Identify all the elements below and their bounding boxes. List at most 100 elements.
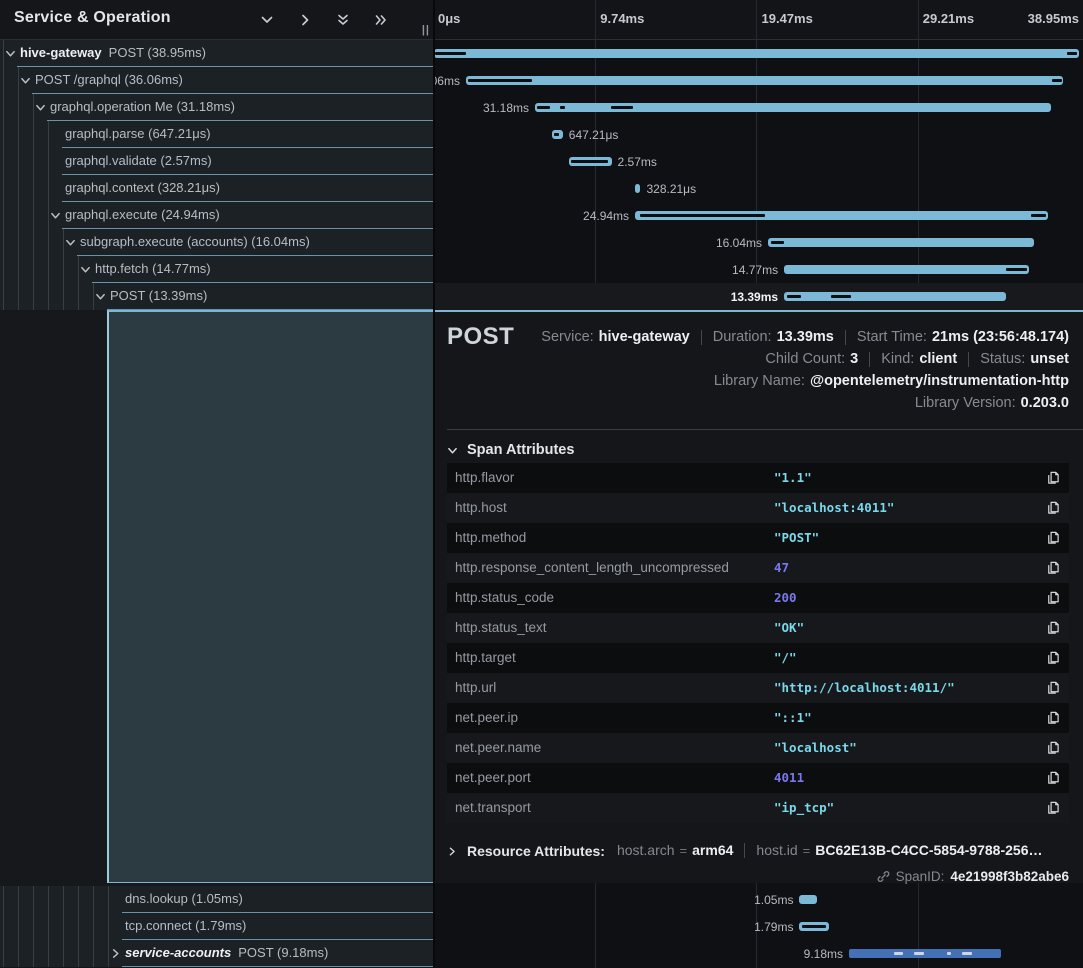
collapse-span-icon[interactable] [79, 263, 92, 276]
span-tree-row[interactable]: service-accountsPOST (9.18ms) [0, 940, 434, 967]
span-duration-bar[interactable] [552, 130, 563, 139]
span-tree-row[interactable]: graphql.context (328.21μs) [0, 175, 434, 202]
separator [869, 352, 870, 367]
duration-label: 1.79ms [754, 920, 793, 934]
span-attributes-toggle[interactable]: Span Attributes [447, 439, 574, 461]
span-duration-bar[interactable] [434, 49, 1079, 58]
span-tree-row[interactable]: POST (13.39ms) [0, 283, 434, 310]
attribute-row: net.peer.ip"::1" [447, 703, 1069, 733]
span-name: hive-gatewayPOST (38.95ms) [20, 45, 206, 60]
copy-icon[interactable] [1045, 500, 1061, 516]
indent-guide [18, 202, 19, 229]
span-bar-row[interactable]: 36.06ms [434, 67, 1083, 94]
service-name: service-accounts [125, 945, 231, 960]
span-tree-row[interactable]: tcp.connect (1.79ms) [0, 913, 434, 940]
indent-guide [48, 913, 49, 940]
span-tree-row[interactable]: POST /graphql (36.06ms) [0, 67, 434, 94]
span-duration-bar[interactable] [799, 922, 829, 931]
span-name: service-accountsPOST (9.18ms) [125, 945, 328, 960]
copy-icon[interactable] [1045, 560, 1061, 576]
indent-guide [63, 256, 64, 283]
span-bar-row[interactable]: 13.39ms [434, 283, 1083, 310]
indent-guide [3, 202, 4, 229]
span-duration-bar[interactable] [569, 157, 612, 166]
link-icon[interactable] [877, 870, 890, 883]
copy-icon[interactable] [1045, 650, 1061, 666]
indent-guide [78, 283, 79, 310]
attribute-row: net.peer.port4011 [447, 763, 1069, 793]
span-tree-row[interactable]: graphql.validate (2.57ms) [0, 148, 434, 175]
copy-icon[interactable] [1045, 800, 1061, 816]
span-bar-row[interactable]: 1.05ms [434, 886, 1083, 913]
span-bar-row[interactable]: 16.04ms [434, 229, 1083, 256]
copy-icon[interactable] [1045, 590, 1061, 606]
indent-guide [18, 121, 19, 148]
pane-title: Service & Operation [14, 9, 171, 27]
span-tree-row[interactable]: graphql.parse (647.21μs) [0, 121, 434, 148]
span-duration-bar[interactable] [635, 184, 640, 193]
attribute-row: http.host"localhost:4011" [447, 493, 1069, 523]
span-tree-row[interactable]: graphql.execute (24.94ms) [0, 202, 434, 229]
attribute-value: 47 [774, 560, 789, 575]
span-bar-row[interactable]: 328.21μs [434, 175, 1083, 202]
indent-guide [48, 886, 49, 913]
copy-icon[interactable] [1045, 620, 1061, 636]
copy-icon[interactable] [1045, 680, 1061, 696]
expand-span-icon[interactable] [109, 947, 122, 960]
child-span-marker [962, 952, 972, 955]
span-duration-bar[interactable] [849, 949, 1001, 958]
span-duration-bar[interactable] [466, 76, 1063, 85]
span-duration-bar[interactable] [635, 211, 1048, 220]
overview-line: Library Name:@opentelemetry/instrumentat… [714, 370, 1069, 392]
duration-label: 2.57ms [618, 155, 657, 169]
collapse-span-icon[interactable] [34, 101, 47, 114]
span-tree-row[interactable]: subgraph.execute (accounts) (16.04ms) [0, 229, 434, 256]
pane-divider[interactable] [433, 0, 435, 968]
collapse-span-icon[interactable] [19, 74, 32, 87]
span-bar-row[interactable]: 1.79ms [434, 913, 1083, 940]
span-duration-bar[interactable] [784, 265, 1029, 274]
indent-guide [33, 913, 34, 940]
indent-guide [3, 121, 4, 148]
span-bar-row[interactable]: 2.57ms [434, 148, 1083, 175]
copy-icon[interactable] [1045, 470, 1061, 486]
copy-icon[interactable] [1045, 710, 1061, 726]
span-tree-row[interactable]: dns.lookup (1.05ms) [0, 886, 434, 913]
duration-label: 13.39ms [731, 290, 778, 304]
indent-guide [18, 913, 19, 940]
copy-icon[interactable] [1045, 770, 1061, 786]
expand-one-icon[interactable] [294, 10, 316, 30]
span-bar-row[interactable]: 31.18ms [434, 94, 1083, 121]
span-duration-bar[interactable] [535, 103, 1051, 112]
span-bar-row[interactable]: 38.95ms [434, 40, 1083, 67]
indent-guide [18, 940, 19, 967]
copy-icon[interactable] [1045, 740, 1061, 756]
indent-guide [48, 229, 49, 256]
span-bar-row[interactable]: 24.94ms [434, 202, 1083, 229]
attribute-key: http.url [455, 680, 496, 695]
collapse-one-icon[interactable] [256, 10, 278, 30]
separator [744, 843, 745, 858]
span-duration-bar[interactable] [784, 292, 1006, 301]
span-tree-row[interactable]: hive-gatewayPOST (38.95ms) [0, 40, 434, 67]
collapse-all-icon[interactable] [332, 10, 354, 30]
pane-resize-handle[interactable]: || [422, 24, 430, 36]
collapse-span-icon[interactable] [49, 209, 62, 222]
span-bar-row[interactable]: 14.77ms [434, 256, 1083, 283]
resource-value: arm64 [692, 842, 733, 858]
collapse-span-icon[interactable] [64, 236, 77, 249]
indent-guide [3, 886, 4, 913]
span-bar-row[interactable]: 647.21μs [434, 121, 1083, 148]
span-duration-bar[interactable] [799, 895, 816, 904]
indent-guide [48, 283, 49, 310]
expand-all-icon[interactable] [370, 10, 392, 30]
copy-icon[interactable] [1045, 530, 1061, 546]
span-tree-row[interactable]: graphql.operation Me (31.18ms) [0, 94, 434, 121]
span-duration-bar[interactable] [768, 238, 1034, 247]
collapse-span-icon[interactable] [4, 47, 17, 60]
resource-attributes-toggle[interactable]: Resource Attributes: host.arch=arm64host… [447, 839, 1042, 863]
collapse-span-icon[interactable] [94, 290, 107, 303]
span-bar-row[interactable]: 9.18ms [434, 940, 1083, 967]
indent-guide [18, 256, 19, 283]
span-tree-row[interactable]: http.fetch (14.77ms) [0, 256, 434, 283]
